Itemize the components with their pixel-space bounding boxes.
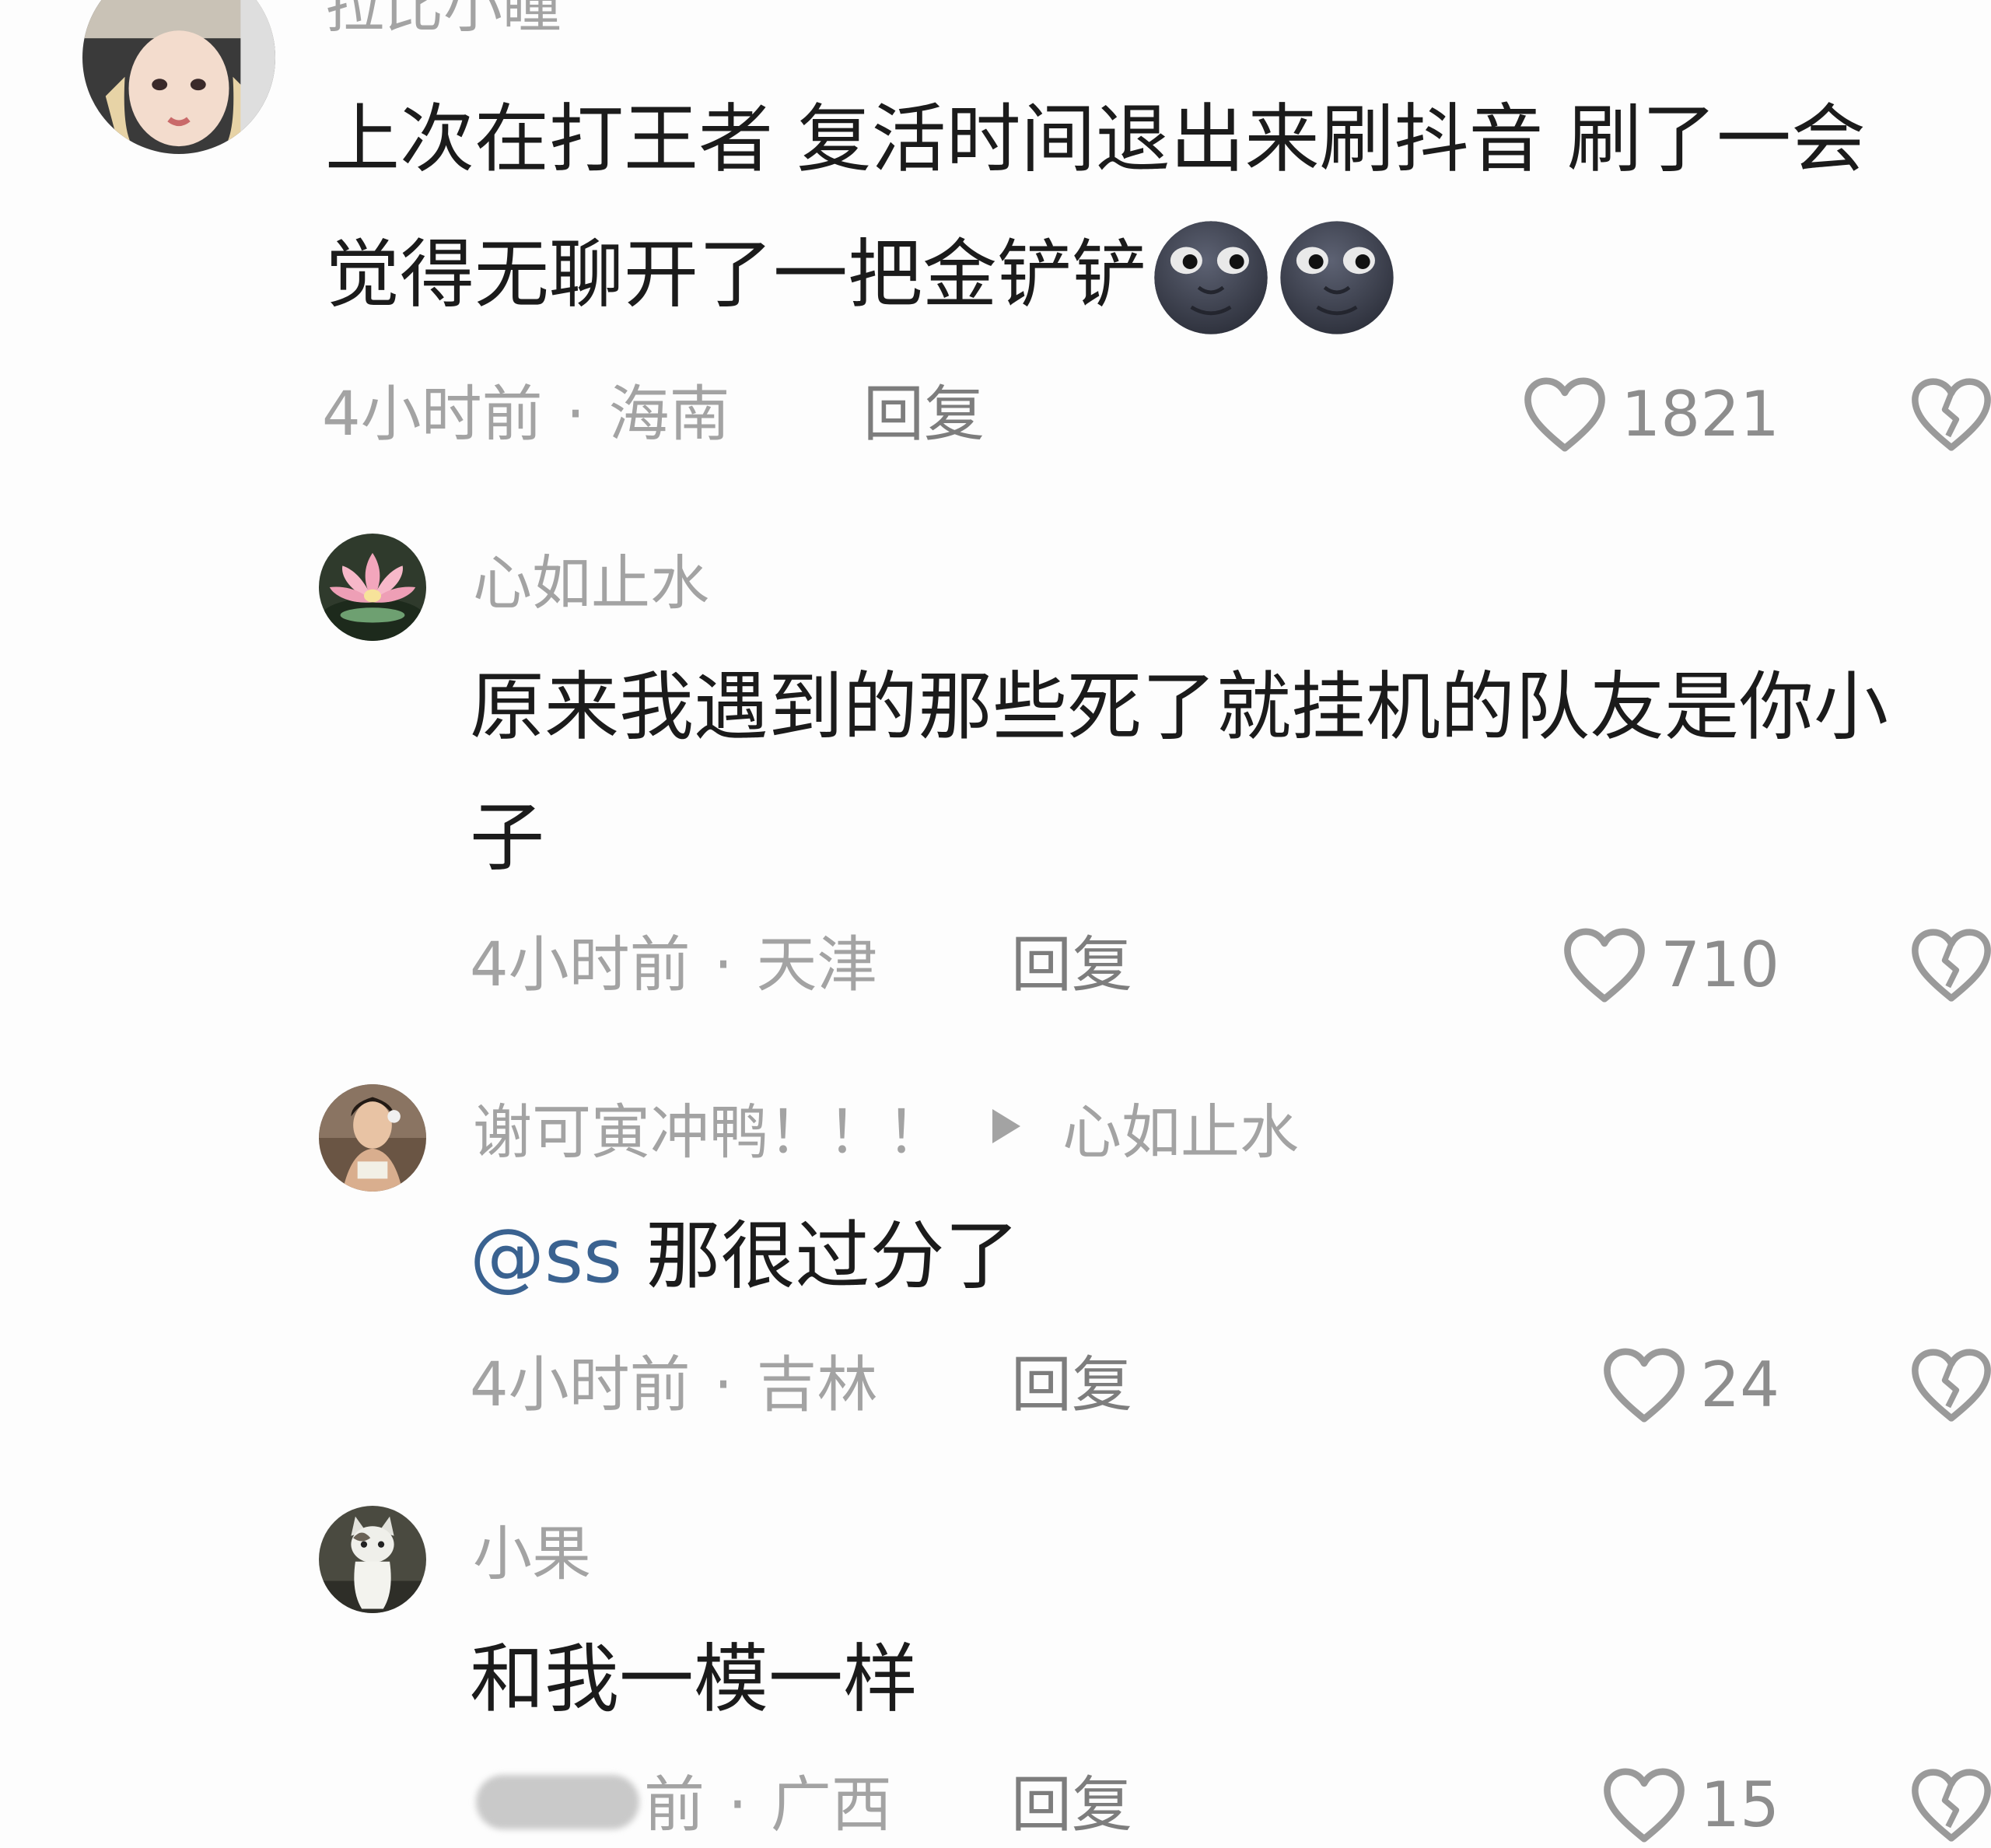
comment-time: 4小时前 <box>470 1350 691 1420</box>
avatar[interactable] <box>319 1506 426 1613</box>
like-count: 15 <box>1700 1769 1779 1841</box>
new-moon-face-icon <box>1149 216 1272 339</box>
broken-heart-icon <box>1912 1769 1991 1842</box>
heart-icon <box>1604 1768 1685 1843</box>
comment-meta: 4小时前 · 海南 <box>322 384 730 445</box>
dislike-button[interactable] <box>1910 922 1991 1008</box>
avatar-image <box>319 1506 426 1613</box>
avatar[interactable] <box>82 0 275 154</box>
broken-heart-icon <box>1912 378 1991 451</box>
comment-time: 4小时前 <box>322 380 543 450</box>
username[interactable]: 谢可寅冲鸭！！！ 心如止水 <box>473 1103 1299 1162</box>
comment-location: 天津 <box>756 930 878 1000</box>
new-moon-face-icon <box>1275 216 1398 339</box>
comment-location: 吉林 <box>756 1350 878 1420</box>
reply-button[interactable]: 回复 <box>1011 1355 1132 1416</box>
comment-text: @ss 那很过分了 <box>470 1188 1020 1324</box>
avatar-image <box>319 1084 426 1192</box>
comment-text: 和我一模一样 <box>470 1612 918 1747</box>
reply-button[interactable]: 回复 <box>863 384 985 445</box>
like-button[interactable]: 710 <box>1562 922 1779 1008</box>
like-count: 710 <box>1660 929 1779 1001</box>
reply-button[interactable]: 回复 <box>1011 935 1132 996</box>
meta-separator: · <box>565 380 586 450</box>
avatar-image <box>319 534 426 641</box>
comment-text-line: 原来我遇到的那些死了就挂机的队友是你小 <box>470 663 1888 751</box>
comment-text: 上次在打王者 复活时间退出来刷抖音 刷了一会 <box>325 72 1866 207</box>
like-count: 1821 <box>1621 378 1779 450</box>
comment-text: 觉得无聊开了一把金铲铲 <box>325 207 1398 342</box>
avatar[interactable] <box>319 534 426 641</box>
avatar-image <box>82 0 275 154</box>
heart-icon <box>1524 377 1606 452</box>
meta-separator: · <box>713 1350 733 1420</box>
comment-meta: 4小时前 · 吉林 <box>470 1355 877 1416</box>
reply-to-arrow-icon <box>992 1109 1020 1143</box>
redacted-blur <box>476 1775 639 1829</box>
comment-text-line: 那很过分了 <box>646 1213 1020 1300</box>
comment-location: 广西 <box>770 1770 892 1840</box>
username[interactable]: 小果 <box>473 1524 591 1584</box>
comment-time: 4小时前 <box>470 930 691 1000</box>
username[interactable]: 心如止水 <box>473 554 709 613</box>
meta-separator: · <box>728 1770 747 1840</box>
reply-button[interactable]: 回复 <box>1011 1775 1132 1836</box>
like-button[interactable]: 15 <box>1602 1762 1779 1848</box>
comment-text-line: 上次在打王者 复活时间退出来刷抖音 刷了一会 <box>325 96 1867 183</box>
like-button[interactable]: 1821 <box>1523 372 1779 457</box>
heart-icon <box>1564 928 1646 1003</box>
broken-heart-icon <box>1912 1349 1991 1422</box>
comment-text: 原来我遇到的那些死了就挂机的队友是你小 <box>470 639 1888 775</box>
dislike-button[interactable] <box>1910 372 1991 457</box>
mention-link[interactable]: @ss <box>470 1213 622 1300</box>
dislike-button[interactable] <box>1910 1762 1991 1848</box>
username[interactable]: 拉比小瞳 <box>325 0 562 36</box>
meta-separator: · <box>713 930 733 1000</box>
comment-time: 前 <box>644 1770 705 1840</box>
like-button[interactable]: 24 <box>1602 1342 1779 1428</box>
comment-meta: 4小时前 · 天津 <box>470 935 877 996</box>
comment-meta: 前 · 广西 <box>644 1775 892 1836</box>
comment-text: 子 <box>470 770 544 905</box>
comment-text-line: 子 <box>470 794 544 881</box>
comment-location: 海南 <box>608 380 730 450</box>
comment-text-line: 和我一模一样 <box>470 1636 918 1723</box>
dislike-button[interactable] <box>1910 1342 1991 1428</box>
broken-heart-icon <box>1912 929 1991 1002</box>
avatar[interactable] <box>319 1084 426 1192</box>
reply-author[interactable]: 谢可寅冲鸭！！！ <box>473 1097 946 1167</box>
heart-icon <box>1604 1348 1685 1423</box>
reply-target[interactable]: 心如止水 <box>1062 1097 1299 1167</box>
like-count: 24 <box>1700 1349 1779 1421</box>
comment-text-line: 觉得无聊开了一把金铲铲 <box>325 231 1146 318</box>
